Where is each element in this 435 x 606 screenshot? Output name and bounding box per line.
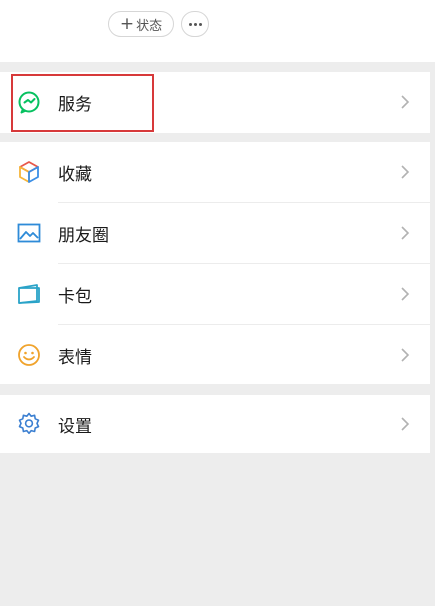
menu-item-favorites-label: 收藏 bbox=[58, 164, 92, 185]
moments-picture-icon bbox=[17, 223, 41, 243]
menu-item-settings-label: 设置 bbox=[58, 416, 92, 437]
chevron-right-icon bbox=[401, 287, 410, 301]
chevron-right-icon bbox=[401, 417, 410, 431]
status-label: 状态 bbox=[136, 18, 163, 34]
highlight-box bbox=[11, 74, 154, 132]
menu-item-card-wallet[interactable]: 卡包 bbox=[0, 264, 430, 324]
menu-item-card-wallet-label: 卡包 bbox=[58, 286, 92, 307]
chevron-right-icon bbox=[401, 165, 410, 179]
add-status-button[interactable]: + 状态 bbox=[108, 11, 174, 37]
card-wallet-icon bbox=[18, 284, 40, 304]
chevron-right-icon bbox=[401, 348, 410, 362]
settings-gear-icon bbox=[18, 412, 40, 435]
menu-item-stickers[interactable]: 表情 bbox=[0, 325, 430, 385]
menu-item-moments[interactable]: 朋友圈 bbox=[0, 203, 430, 263]
plus-icon: + bbox=[119, 13, 135, 34]
chevron-right-icon bbox=[401, 95, 410, 109]
menu-item-favorites[interactable]: 收藏 bbox=[0, 142, 430, 202]
profile-header-area: + 状态 bbox=[0, 0, 435, 62]
menu-item-stickers-label: 表情 bbox=[58, 347, 92, 368]
menu-item-moments-label: 朋友圈 bbox=[58, 225, 109, 246]
favorites-cube-icon bbox=[19, 161, 39, 183]
emoji-smile-icon bbox=[18, 344, 40, 366]
menu-item-settings[interactable]: 设置 bbox=[0, 395, 430, 453]
settings-section: 设置 bbox=[0, 395, 430, 453]
features-section: 收藏 朋友圈 卡包 表情 bbox=[0, 142, 430, 384]
more-dots-icon[interactable] bbox=[181, 11, 209, 37]
chevron-right-icon bbox=[401, 226, 410, 240]
